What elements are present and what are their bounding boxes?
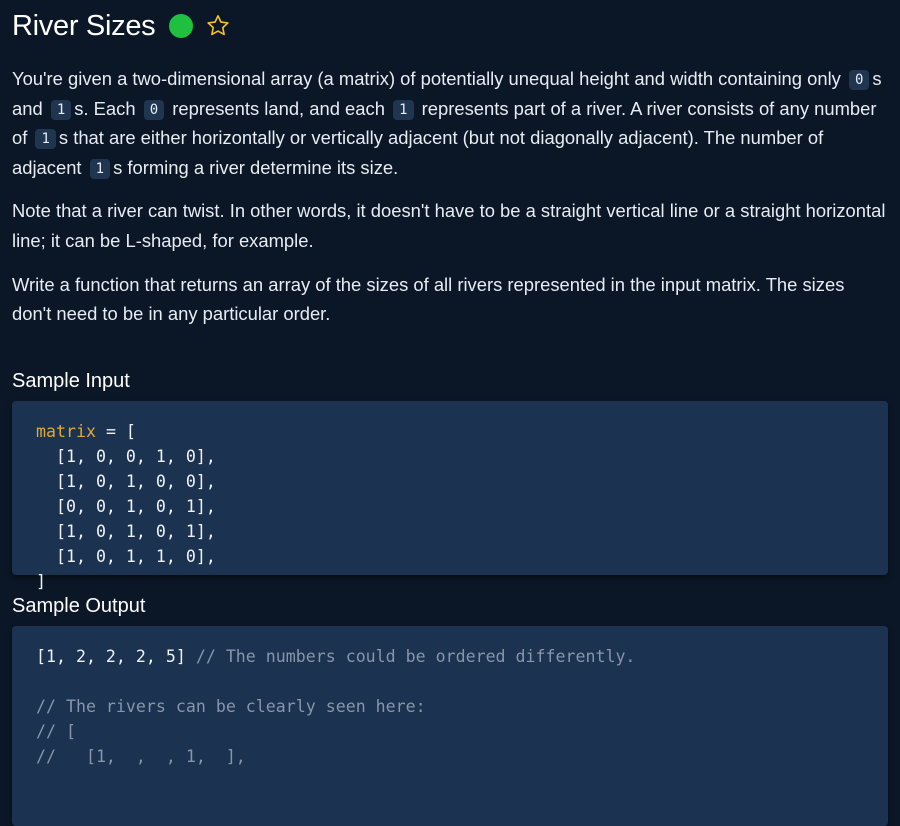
code-line: [1, 0, 1, 0, 0], xyxy=(36,471,216,491)
code-comment: // The rivers can be clearly seen here: xyxy=(36,696,426,716)
inline-code: 0 xyxy=(143,99,165,120)
inline-code: 1 xyxy=(35,129,56,150)
description-paragraph-1: You're given a two-dimensional array (a … xyxy=(12,64,888,182)
description-paragraph-3: Write a function that returns an array o… xyxy=(12,273,845,325)
desc-text: represents land, and each xyxy=(172,97,385,119)
inline-code: 1 xyxy=(50,99,72,120)
code-line: [1, 0, 1, 0, 1], xyxy=(36,521,216,541)
page-title: River Sizes xyxy=(12,9,156,42)
code-comment: // [ xyxy=(36,721,76,741)
desc-text: You're given a two-dimensional array (a … xyxy=(12,68,841,89)
code-line: matrix = [ xyxy=(36,419,864,444)
code-comment: // The numbers could be ordered differen… xyxy=(185,646,636,666)
code-line: [0, 0, 1, 0, 1], xyxy=(36,496,216,516)
desc-text: s forming a river determine its size. xyxy=(113,156,399,178)
status-dot-icon xyxy=(169,14,194,38)
code-line: ] xyxy=(36,571,46,591)
sample-input-heading: Sample Input xyxy=(12,369,130,392)
code-variable: matrix xyxy=(36,421,96,441)
code-line: [1, 0, 0, 1, 0], xyxy=(36,446,216,466)
sample-input-code: matrix = [ [1, 0, 0, 1, 0], [1, 0, 1, 0,… xyxy=(12,400,888,591)
description-paragraph-2: Note that a river can twist. In other wo… xyxy=(12,200,886,251)
star-outline-icon[interactable] xyxy=(205,13,231,39)
code-line: [1, 0, 1, 1, 0], xyxy=(36,546,216,566)
code-line: [1, 2, 2, 2, 5] // The numbers could be … xyxy=(36,644,864,669)
title-row: River Sizes xyxy=(12,0,888,52)
sample-output-code: [1, 2, 2, 2, 5] // The numbers could be … xyxy=(12,625,888,826)
inline-code: 0 xyxy=(848,70,870,90)
inline-code: 1 xyxy=(89,158,111,179)
sample-output-heading: Sample Output xyxy=(12,594,146,617)
code-comment: // [1, , , 1, ], xyxy=(36,746,246,766)
code-text: = [ xyxy=(95,421,136,441)
code-text: [1, 2, 2, 2, 5] xyxy=(36,646,186,666)
problem-panel: River Sizes You're given a two-dimension… xyxy=(0,0,900,826)
desc-text: s. Each xyxy=(74,97,136,119)
inline-code: 1 xyxy=(393,99,414,120)
